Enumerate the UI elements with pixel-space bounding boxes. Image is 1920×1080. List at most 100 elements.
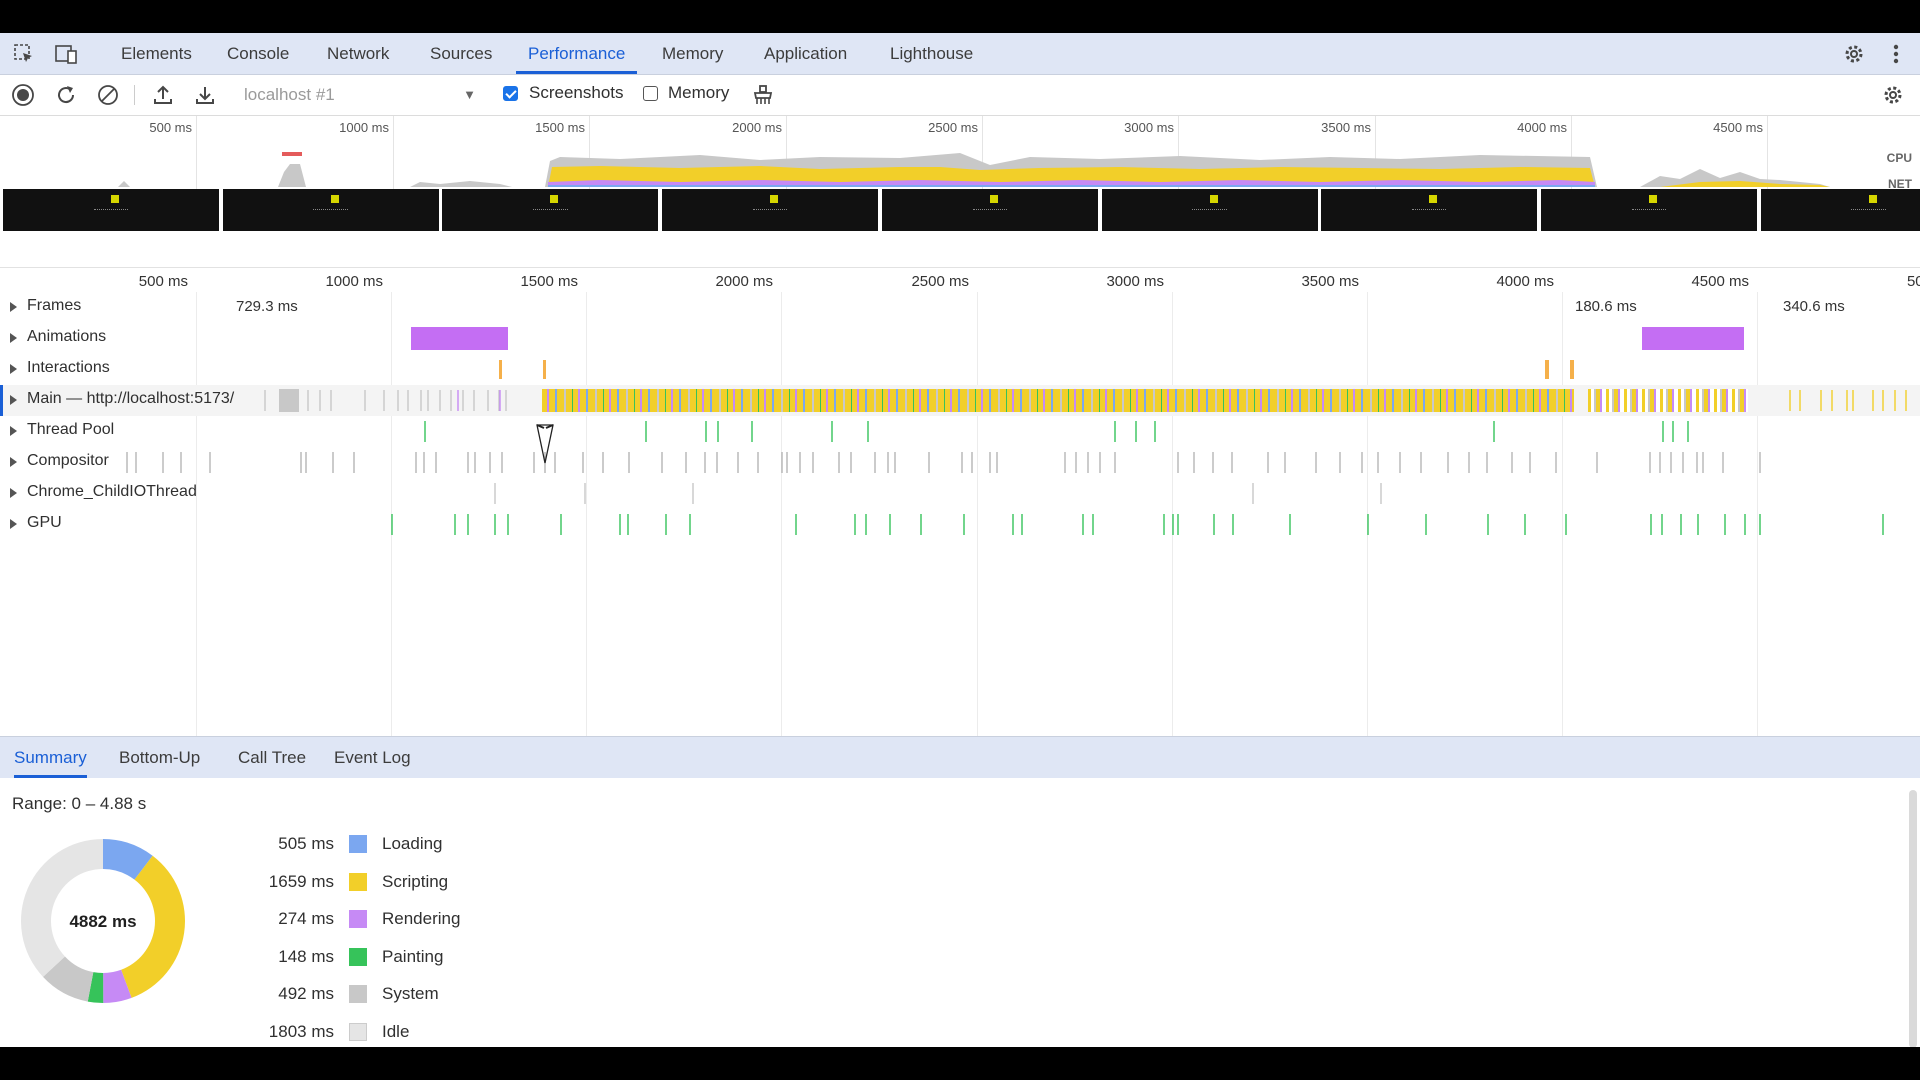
summary-row-swatch [349,872,367,891]
animation-block[interactable] [411,327,508,350]
tab-summary[interactable]: Summary [14,737,87,778]
ruler-tick-label: 3000 ms [1106,273,1164,290]
profile-select[interactable]: localhost #1 ▼ [244,81,480,109]
summary-scrollbar[interactable] [1909,790,1917,1047]
capture-settings-gear-icon[interactable] [1880,82,1906,108]
summary-row-label: Idle [382,1021,410,1041]
summary-row-scripting: 1659 ms Scripting [200,868,560,898]
summary-row-value: 1803 ms [268,1021,334,1041]
animation-block[interactable] [1642,327,1744,350]
ruler-tick-label: 1500 ms [520,273,578,290]
track-gpu[interactable]: GPU [0,509,1920,540]
summary-row-value: 1659 ms [268,871,334,891]
main-tab-bar: Elements Console Network Sources Perform… [0,33,1920,75]
interaction-marker[interactable] [543,360,546,379]
memory-checkbox[interactable] [643,86,658,101]
profile-select-value: localhost #1 [244,85,335,104]
expand-arrow-icon[interactable] [10,302,17,312]
summary-row-loading: 505 ms Loading [200,830,560,860]
range-label: Range: 0 – 4.88 s [12,794,147,813]
screenshot-frame[interactable] [662,189,879,231]
performance-toolbar: localhost #1 ▼ Screenshots Memory [0,75,1920,116]
tab-bottom-up[interactable]: Bottom-Up [119,737,200,778]
track-frames[interactable]: Frames 729.3 ms 180.6 ms 340.6 ms [0,292,1920,323]
gpu-ticks [391,514,1884,535]
screenshot-thumbnail [550,195,559,203]
tab-lighthouse[interactable]: Lighthouse [890,33,973,74]
interaction-marker[interactable] [499,360,502,379]
donut-total-label: 4882 ms [69,912,136,931]
mouse-cursor-icon [536,424,554,464]
frame-duration-label: 180.6 ms [1575,298,1637,315]
garbage-collect-button[interactable] [750,82,776,108]
screenshot-frame[interactable] [222,189,439,231]
expand-arrow-icon[interactable] [10,364,17,374]
screenshot-frame[interactable] [1540,189,1757,231]
interaction-marker[interactable] [1570,360,1574,379]
screenshot-frame[interactable] [881,189,1098,231]
track-animations[interactable]: Animations [0,323,1920,354]
screenshot-text-line [313,209,348,211]
memory-label: Memory [668,83,730,102]
screenshot-thumbnail [989,195,998,203]
clear-button[interactable] [95,82,121,108]
tab-performance[interactable]: Performance [516,33,638,74]
ruler-tick-label: 4000 ms [1496,273,1554,290]
flame-chart-tracks[interactable]: Frames 729.3 ms 180.6 ms 340.6 ms Animat… [0,292,1920,742]
screenshot-frame[interactable] [1101,189,1318,231]
summary-row-idle: 1803 ms Idle [200,1018,560,1048]
screenshot-thumbnail [1429,195,1438,203]
main-thread-task-ticks [264,390,1907,411]
child-io-ticks [494,483,1382,504]
summary-row-rendering: 274 ms Rendering [200,905,560,935]
screenshot-frame[interactable] [1321,189,1538,231]
timeline-ruler: 500 ms 1000 ms 1500 ms 2000 ms 2500 ms 3000 m… [0,267,1920,294]
load-profile-button[interactable] [150,82,176,108]
donut-slice-idle [21,839,103,977]
cpu-activity-graph [118,152,1830,187]
track-child-io-thread[interactable]: Chrome_ChildIOThread [0,478,1920,509]
tab-console[interactable]: Console [227,33,289,74]
interaction-marker[interactable] [1545,360,1549,379]
screenshot-frame[interactable] [442,189,659,231]
ruler-tick-label: 3500 ms [1301,273,1359,290]
summary-row-label: Loading [382,834,443,853]
tab-network[interactable]: Network [327,33,389,74]
chevron-down-icon: ▼ [463,87,476,102]
tab-sources[interactable]: Sources [430,33,492,74]
tab-memory[interactable]: Memory [662,33,723,74]
screenshot-thumbnail [770,195,779,203]
summary-row-swatch [349,947,367,966]
track-interactions[interactable]: Interactions [0,354,1920,385]
screenshot-filmstrip[interactable] [0,189,1920,231]
inspect-element-icon[interactable] [11,41,37,67]
settings-gear-icon[interactable] [1841,41,1867,67]
frame-duration-label: 340.6 ms [1783,298,1845,315]
screenshot-frame[interactable] [3,189,219,231]
tab-event-log[interactable]: Event Log [334,737,411,778]
tab-application[interactable]: Application [764,33,847,74]
toolbar-divider [134,85,135,105]
more-options-icon[interactable] [1883,41,1909,67]
device-toolbar-icon[interactable] [53,41,79,67]
track-main-thread[interactable]: Main — http://localhost:5173/ [0,385,1920,416]
save-profile-button[interactable] [192,82,218,108]
summary-row-swatch [349,835,367,853]
track-compositor[interactable]: Compositor [0,447,1920,478]
screenshot-text-line [93,209,129,211]
screenshot-thumbnail [1868,195,1877,203]
record-button[interactable] [10,82,36,108]
reload-record-button[interactable] [53,82,79,108]
screenshots-checkbox[interactable] [503,86,518,101]
tab-elements[interactable]: Elements [121,33,192,74]
summary-donut-chart: 4882 ms [21,839,185,1003]
tab-call-tree[interactable]: Call Tree [238,737,306,778]
summary-row-system: 492 ms System [200,980,560,1010]
ruler-tick-label: 4500 ms [1691,273,1749,290]
track-thread-pool[interactable]: Thread Pool [0,416,1920,447]
summary-row-label: System [382,984,439,1003]
thread-pool-ticks [424,421,1689,442]
screenshot-text-line [752,209,788,211]
expand-arrow-icon[interactable] [10,333,17,343]
screenshot-frame[interactable] [1760,189,1920,231]
